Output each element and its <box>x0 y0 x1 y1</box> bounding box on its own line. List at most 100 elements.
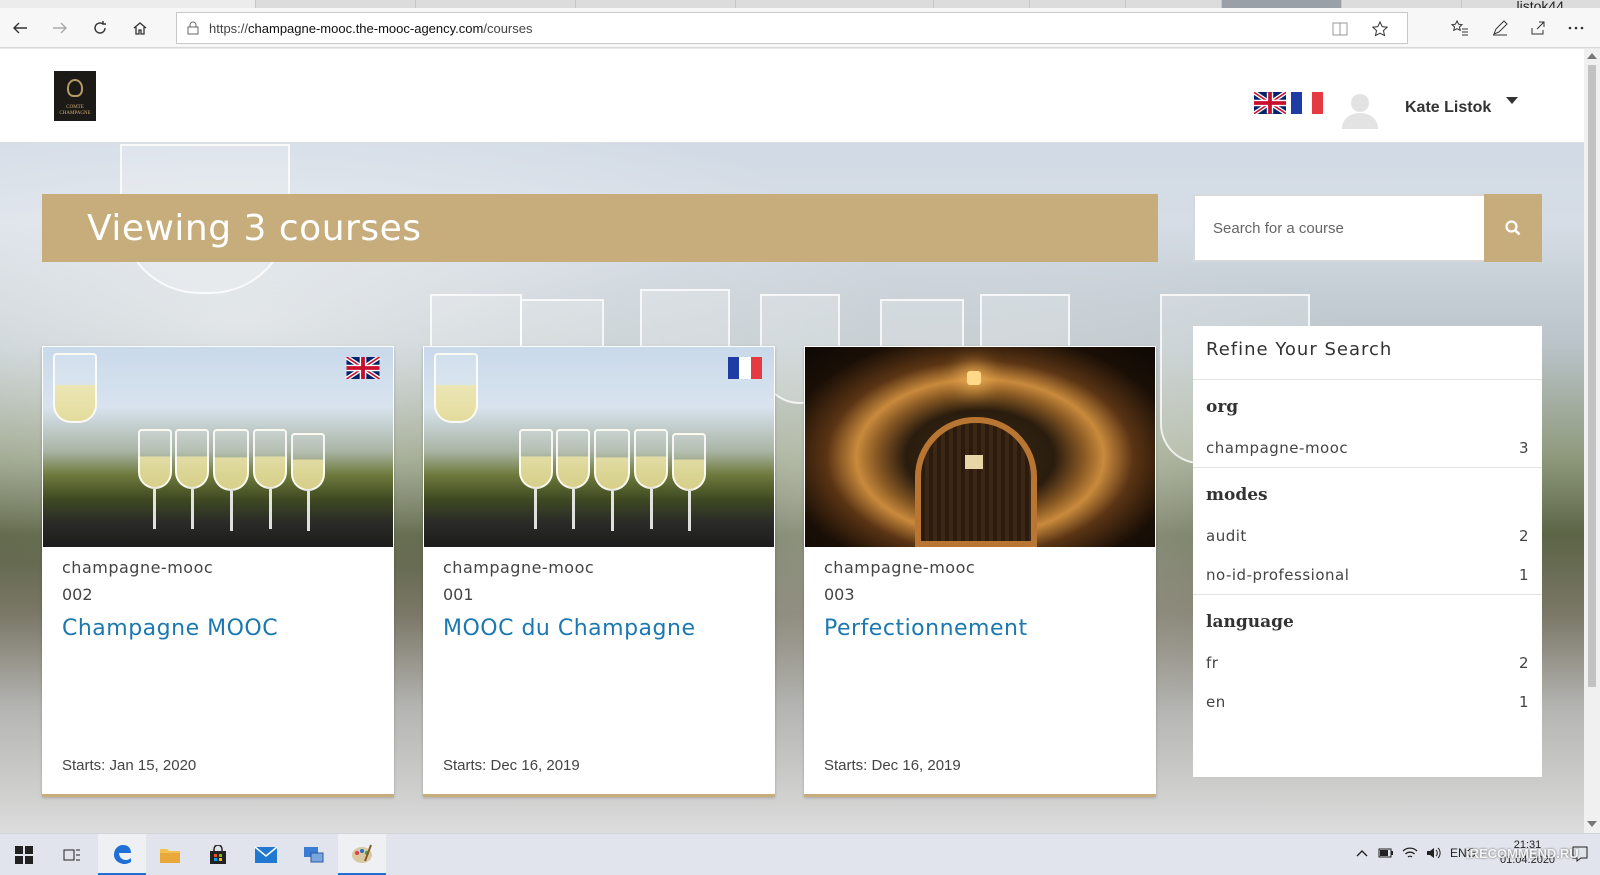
course-image <box>43 347 393 547</box>
wine-glass <box>253 429 287 489</box>
refine-search-panel: Refine Your Search org champagne-mooc 3 … <box>1193 326 1542 777</box>
url-path: /courses <box>483 20 533 36</box>
user-menu-caret-icon[interactable] <box>1506 97 1518 104</box>
page-scrollbar[interactable] <box>1584 49 1600 833</box>
star-icon <box>1372 21 1388 37</box>
facet-option-label: champagne-mooc <box>1206 438 1349 457</box>
start-button[interactable] <box>0 834 48 875</box>
share-icon <box>1531 21 1545 35</box>
show-hidden-icons-chevron-icon[interactable] <box>1356 848 1368 858</box>
network-computer-icon <box>304 847 324 863</box>
home-button[interactable] <box>126 14 154 42</box>
facet-option[interactable]: fr 2 <box>1206 643 1529 682</box>
wine-glass <box>291 433 325 491</box>
taskbar-mail[interactable] <box>242 834 290 875</box>
favorites-hub-button[interactable] <box>1446 14 1474 42</box>
browser-tab[interactable] <box>256 0 416 8</box>
back-arrow-icon <box>13 22 27 34</box>
glass-stem <box>688 491 691 531</box>
fr-flag-red <box>1312 92 1323 114</box>
wine-glass <box>434 353 478 423</box>
taskbar-network-app[interactable] <box>290 834 338 875</box>
wifi-icon[interactable] <box>1402 846 1418 860</box>
wine-glass <box>213 429 249 491</box>
course-card[interactable]: champagne-mooc 003 Perfectionnement Star… <box>804 346 1156 797</box>
facet-option-label: audit <box>1206 526 1247 545</box>
course-title-link[interactable]: Perfectionnement <box>824 616 1028 641</box>
browser-tab[interactable] <box>1126 0 1222 8</box>
browser-tab[interactable] <box>1342 0 1462 8</box>
course-org: champagne-mooc <box>62 558 214 577</box>
user-name[interactable]: Kate Listok <box>1405 99 1491 117</box>
facet-option[interactable]: no-id-professional 1 <box>1206 555 1529 594</box>
fr-flag-red <box>750 357 762 379</box>
scroll-down-arrow-icon[interactable] <box>1587 821 1597 827</box>
glass-stem <box>534 489 537 529</box>
english-language-button[interactable] <box>1254 92 1286 114</box>
reading-view-button[interactable] <box>1327 16 1353 42</box>
facet-option-label: en <box>1206 692 1226 711</box>
taskbar-edge-app[interactable] <box>98 834 146 875</box>
lock-icon <box>187 21 199 35</box>
course-card[interactable]: champagne-mooc 002 Champagne MOOC Starts… <box>42 346 394 797</box>
more-menu-button[interactable] <box>1562 14 1590 42</box>
back-button[interactable] <box>6 14 34 42</box>
facet-option-label: fr <box>1206 653 1219 672</box>
browser-tab[interactable] <box>1222 0 1342 8</box>
browser-tab[interactable] <box>1030 0 1126 8</box>
facet-option-count: 3 <box>1518 438 1529 457</box>
course-image <box>424 347 774 547</box>
facet-option-label: no-id-professional <box>1206 565 1350 584</box>
folder-icon <box>160 849 180 863</box>
web-notes-button[interactable] <box>1486 14 1514 42</box>
share-button[interactable] <box>1524 14 1552 42</box>
facet-option[interactable]: audit 2 <box>1206 516 1529 555</box>
address-bar[interactable]: https://champagne-mooc.the-mooc-agency.c… <box>176 12 1408 44</box>
favorite-star-button[interactable] <box>1367 16 1393 42</box>
facet-option[interactable]: champagne-mooc 3 <box>1206 428 1529 467</box>
fr-flag-blue <box>1291 92 1302 114</box>
taskbar-file-explorer[interactable] <box>146 834 194 875</box>
search-button[interactable] <box>1484 194 1542 262</box>
browser-tab[interactable] <box>0 0 256 8</box>
scrollbar-thumb[interactable] <box>1588 65 1596 687</box>
course-number: 003 <box>824 585 855 604</box>
taskbar-paint-app[interactable] <box>338 834 386 875</box>
task-view-icon <box>63 849 80 861</box>
courses-count-banner: Viewing 3 courses <box>42 194 1158 262</box>
battery-icon[interactable] <box>1378 847 1394 859</box>
course-title-link[interactable]: MOOC du Champagne <box>443 616 695 641</box>
course-card[interactable]: champagne-mooc 001 MOOC du Champagne Sta… <box>423 346 775 797</box>
site-logo[interactable]: COMTE CHAMPAGNE <box>54 71 96 121</box>
french-language-button[interactable] <box>1291 92 1323 114</box>
browser-tab[interactable] <box>736 0 934 8</box>
search-input[interactable] <box>1193 194 1484 262</box>
scroll-up-arrow-icon[interactable] <box>1587 53 1597 59</box>
page-title: Viewing 3 courses <box>87 207 422 249</box>
browser-tab[interactable] <box>416 0 576 8</box>
user-avatar[interactable] <box>1340 89 1380 129</box>
glass-stem <box>611 491 614 531</box>
cellar-lamp <box>967 371 981 385</box>
course-org: champagne-mooc <box>443 558 595 577</box>
home-icon <box>133 22 147 35</box>
refresh-button[interactable] <box>86 14 114 42</box>
task-view-button[interactable] <box>48 834 96 875</box>
glass-stem <box>572 489 575 529</box>
facet-modes: modes audit 2 no-id-professional 1 <box>1193 468 1542 595</box>
fr-flag-white <box>1301 92 1313 114</box>
course-title-link[interactable]: Champagne MOOC <box>62 616 278 641</box>
browser-tab[interactable] <box>934 0 1030 8</box>
browser-toolbar: https://champagne-mooc.the-mooc-agency.c… <box>0 8 1600 48</box>
reading-view-icon <box>1332 22 1348 36</box>
logo-text: COMTE CHAMPAGNE <box>59 105 91 116</box>
browser-tab[interactable] <box>576 0 736 8</box>
forward-button[interactable] <box>46 14 74 42</box>
url-host: champagne-mooc.the-mooc-agency.com <box>248 20 484 36</box>
volume-icon[interactable] <box>1426 846 1442 860</box>
wine-glass <box>556 429 590 489</box>
wine-glass <box>672 433 706 491</box>
facet-option[interactable]: en 1 <box>1206 682 1529 721</box>
wine-glass <box>594 429 630 491</box>
taskbar-store[interactable] <box>194 834 242 875</box>
